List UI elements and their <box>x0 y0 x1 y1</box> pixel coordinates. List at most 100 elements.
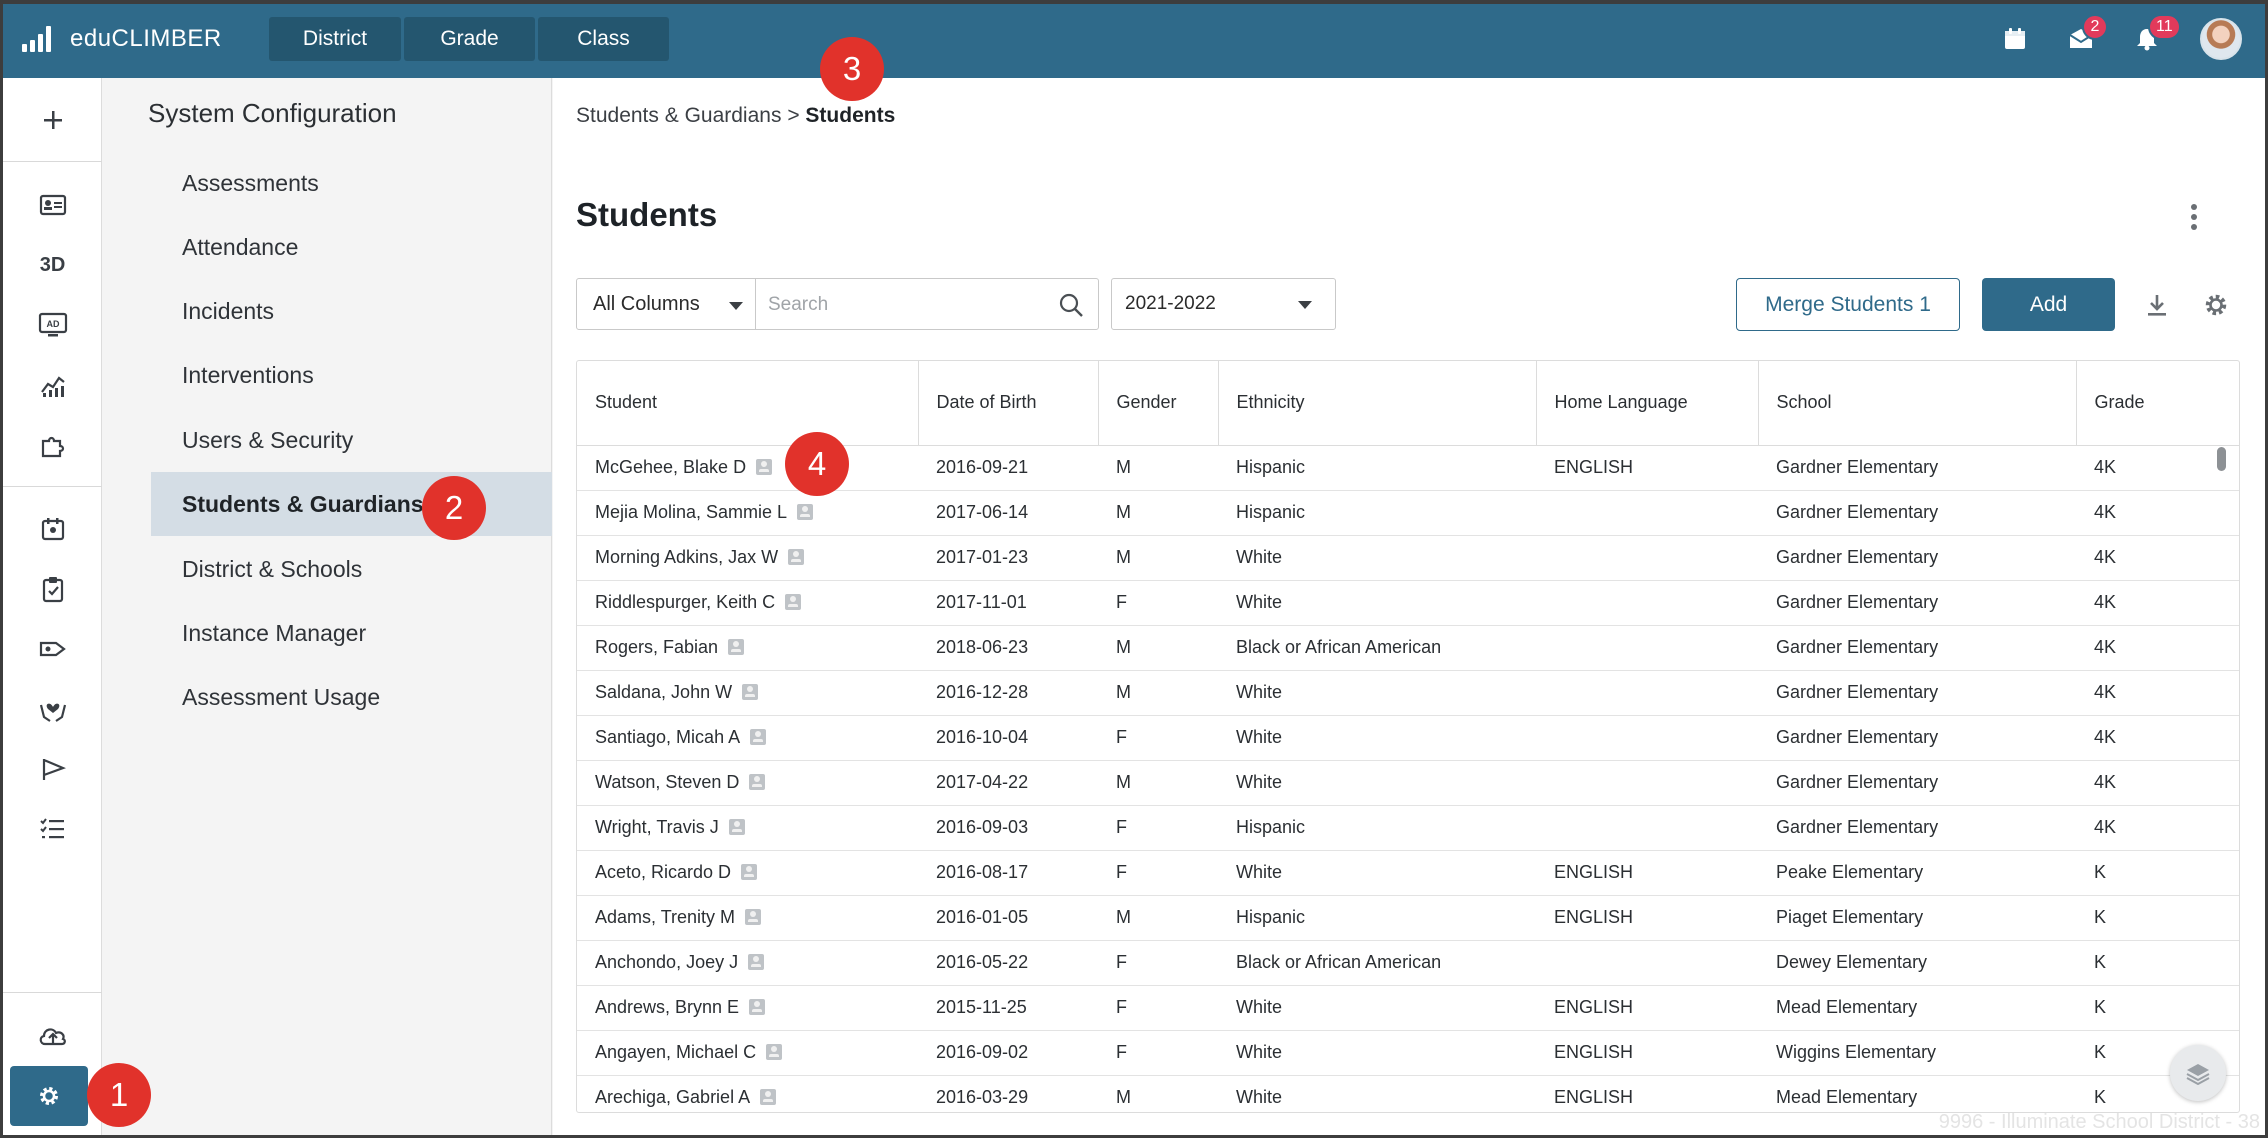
subnav-item-users-security[interactable]: Users & Security <box>151 408 552 472</box>
student-cell[interactable]: Mejia Molina, Sammie L <box>577 490 918 536</box>
table-scrollbar[interactable] <box>2217 447 2226 471</box>
id-card-icon[interactable] <box>742 684 759 700</box>
id-card-icon[interactable] <box>728 819 745 835</box>
student-cell[interactable]: Saldana, John W <box>577 670 918 716</box>
add-icon[interactable] <box>3 92 102 148</box>
student-cell[interactable]: Watson, Steven D <box>577 760 918 806</box>
student-cell[interactable]: Adams, Trenity M <box>577 895 918 941</box>
ad-screen-icon[interactable]: AD <box>3 297 102 353</box>
table-row[interactable]: Andrews, Brynn E 2015-11-25 F White ENGLISH M… <box>577 985 2239 1031</box>
id-card-icon[interactable] <box>788 549 805 565</box>
id-card-icon[interactable] <box>749 774 766 790</box>
download-icon[interactable] <box>2145 292 2169 318</box>
student-card-icon[interactable] <box>3 177 102 233</box>
subnav-item-instance-manager[interactable]: Instance Manager <box>151 601 552 665</box>
student-cell[interactable]: Anchondo, Joey J <box>577 940 918 986</box>
column-header-ethnicity[interactable]: Ethnicity <box>1218 361 1537 446</box>
id-card-icon[interactable] <box>756 459 773 475</box>
breadcrumb-parent[interactable]: Students & Guardians <box>576 104 781 127</box>
checklist-icon[interactable] <box>3 801 102 857</box>
column-filter-select[interactable]: All Columns <box>576 278 756 330</box>
table-row[interactable]: Santiago, Micah A 2016-10-04 F White Gardner… <box>577 715 2239 761</box>
hands-heart-icon[interactable] <box>3 681 102 737</box>
subnav-item-assessment-usage[interactable]: Assessment Usage <box>151 665 552 729</box>
cloud-upload-icon[interactable] <box>3 1008 102 1064</box>
brand[interactable]: eduCLIMBER <box>22 25 247 53</box>
tab-district[interactable]: District <box>269 17 401 61</box>
subnav-item-district-schools[interactable]: District & Schools <box>151 537 552 601</box>
add-student-button[interactable]: Add <box>1982 278 2115 331</box>
id-card-icon[interactable] <box>750 729 767 745</box>
table-row[interactable]: Wright, Travis J 2016-09-03 F Hispanic Gardn… <box>577 805 2239 851</box>
column-header-school[interactable]: School <box>1758 361 2077 446</box>
rail-divider <box>3 486 102 487</box>
clipboard-icon[interactable] <box>3 561 102 617</box>
search-icon[interactable] <box>1058 292 1084 318</box>
layers-button[interactable] <box>2170 1045 2226 1101</box>
id-card-icon[interactable] <box>741 864 758 880</box>
user-avatar[interactable] <box>2200 18 2242 60</box>
subnav-item-attendance[interactable]: Attendance <box>151 215 552 279</box>
student-cell[interactable]: Aceto, Ricardo D <box>577 850 918 896</box>
table-row[interactable]: Saldana, John W 2016-12-28 M White Gardner E… <box>577 670 2239 716</box>
student-cell[interactable]: Santiago, Micah A <box>577 715 918 761</box>
search-field[interactable] <box>755 278 1099 330</box>
calendar-icon[interactable] <box>2002 26 2028 52</box>
id-card-icon[interactable] <box>748 954 765 970</box>
table-row[interactable]: Mejia Molina, Sammie L 2017-06-14 M Hispani… <box>577 490 2239 536</box>
table-row[interactable]: Riddlespurger, Keith C 2017-11-01 F White Ga… <box>577 580 2239 626</box>
column-header-home-language[interactable]: Home Language <box>1536 361 1759 446</box>
3d-icon[interactable]: 3D <box>3 237 102 293</box>
student-cell[interactable]: Andrews, Brynn E <box>577 985 918 1031</box>
home-language-cell: ENGLISH <box>1536 1075 1758 1112</box>
column-header-date-of-birth[interactable]: Date of Birth <box>918 361 1099 446</box>
id-card-icon[interactable] <box>785 594 802 610</box>
settings-button[interactable] <box>10 1066 88 1126</box>
breadcrumb-current: Students <box>805 104 896 127</box>
id-card-icon[interactable] <box>749 999 766 1015</box>
grade-cell: 4K <box>2076 760 2239 806</box>
table-row[interactable]: Aceto, Ricardo D 2016-08-17 F White ENGLISH P… <box>577 850 2239 896</box>
student-cell[interactable]: Riddlespurger, Keith C <box>577 580 918 626</box>
subnav-item-assessments[interactable]: Assessments <box>151 151 552 215</box>
column-header-grade[interactable]: Grade <box>2076 361 2239 446</box>
tag-icon[interactable] <box>3 621 102 677</box>
more-options-icon[interactable] <box>2189 204 2199 230</box>
student-cell[interactable]: Wright, Travis J <box>577 805 918 851</box>
mail-icon[interactable]: 2 <box>2068 14 2108 52</box>
column-header-gender[interactable]: Gender <box>1098 361 1219 446</box>
table-row[interactable]: Morning Adkins, Jax W 2017-01-23 M White Gar… <box>577 535 2239 581</box>
student-cell[interactable]: Rogers, Fabian <box>577 625 918 671</box>
home-language-cell <box>1536 625 1758 671</box>
student-cell[interactable]: Morning Adkins, Jax W <box>577 535 918 581</box>
tab-class[interactable]: Class <box>538 17 669 61</box>
table-row[interactable]: Watson, Steven D 2017-04-22 M White Gardner … <box>577 760 2239 806</box>
flag-icon[interactable] <box>3 741 102 797</box>
calendar-icon[interactable] <box>3 501 102 557</box>
id-card-icon[interactable] <box>766 1044 783 1060</box>
search-input[interactable] <box>768 291 1048 319</box>
table-row[interactable]: Rogers, Fabian 2018-06-23 M Black or Africa… <box>577 625 2239 671</box>
tab-grade[interactable]: Grade <box>404 17 535 61</box>
student-cell[interactable]: McGehee, Blake D <box>577 445 918 491</box>
student-cell[interactable]: Angayen, Michael C <box>577 1030 918 1076</box>
column-header-student[interactable]: Student <box>577 361 919 446</box>
table-settings-gear-icon[interactable] <box>2202 291 2230 319</box>
table-row[interactable]: Arechiga, Gabriel A 2016-03-29 M White ENGLI… <box>577 1075 2239 1112</box>
subnav-item-incidents[interactable]: Incidents <box>151 279 552 343</box>
id-card-icon[interactable] <box>760 1089 777 1105</box>
id-card-icon[interactable] <box>797 504 814 520</box>
subnav-item-interventions[interactable]: Interventions <box>151 343 552 407</box>
table-row[interactable]: Angayen, Michael C 2016-09-02 F White ENGLIS… <box>577 1030 2239 1076</box>
school-year-select[interactable]: 2021-2022 <box>1111 278 1336 330</box>
merge-students-button[interactable]: Merge Students 1 <box>1736 278 1960 331</box>
id-card-icon[interactable] <box>745 909 762 925</box>
subnav-item-students-guardians[interactable]: Students & Guardians <box>151 472 552 536</box>
id-card-icon[interactable] <box>728 639 745 655</box>
table-row[interactable]: Anchondo, Joey J 2016-05-22 F Black or Afri… <box>577 940 2239 986</box>
student-cell[interactable]: Arechiga, Gabriel A <box>577 1075 918 1112</box>
bell-icon[interactable]: 11 <box>2134 14 2181 52</box>
table-row[interactable]: Adams, Trenity M 2016-01-05 M Hispanic ENGLI… <box>577 895 2239 941</box>
chart-icon[interactable] <box>3 357 102 413</box>
puzzle-icon[interactable] <box>3 417 102 473</box>
